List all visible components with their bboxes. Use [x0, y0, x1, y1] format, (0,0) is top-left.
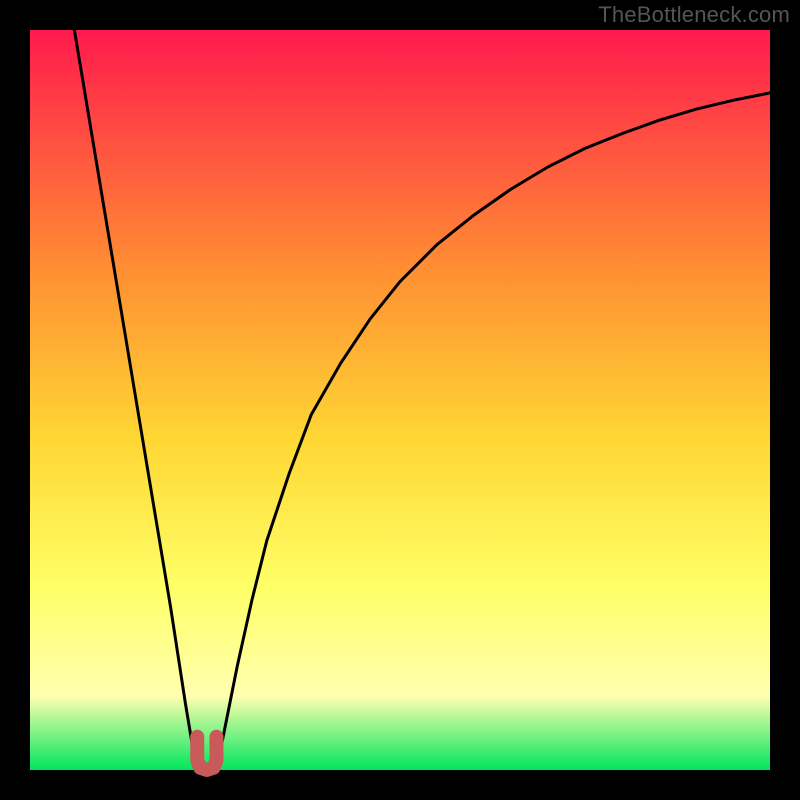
chart-container: TheBottleneck.com — [0, 0, 800, 800]
watermark-text: TheBottleneck.com — [598, 2, 790, 28]
gradient-background — [30, 30, 770, 770]
chart-svg — [0, 0, 800, 800]
